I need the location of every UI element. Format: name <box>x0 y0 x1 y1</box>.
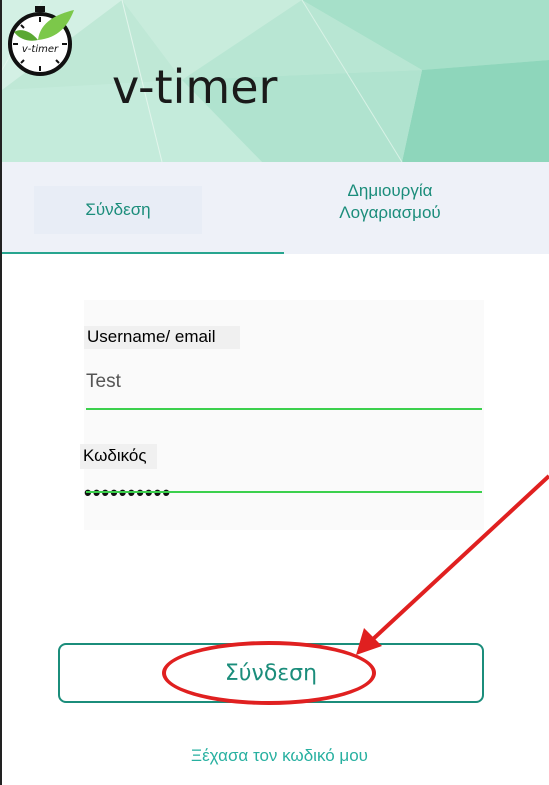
logo-text: v-timer <box>22 44 59 55</box>
tab-create-account[interactable]: Δημιουργία Λογαριασμού <box>320 180 460 224</box>
password-label: Κωδικός <box>80 444 157 469</box>
tab-login[interactable]: Σύνδεση <box>34 186 202 234</box>
tab-create-account-line2: Λογαριασμού <box>339 203 441 222</box>
stopwatch-leaf-logo-icon: v-timer <box>8 6 74 76</box>
app-header: v-timer v-timer <box>2 0 549 162</box>
password-underline <box>86 491 482 493</box>
auth-tabs: Σύνδεση Δημιουργία Λογαριασμού <box>2 162 549 254</box>
login-button[interactable]: Σύνδεση <box>58 643 484 703</box>
username-label: Username/ email <box>84 326 240 349</box>
tab-create-account-line1: Δημιουργία <box>347 181 433 200</box>
username-underline <box>86 408 482 410</box>
forgot-password-link[interactable]: Ξέχασα τον κωδικό μου <box>0 746 549 766</box>
active-tab-indicator <box>2 252 284 254</box>
password-field[interactable]: •••••••••• <box>84 480 171 506</box>
brand-name: v-timer <box>112 60 278 114</box>
username-field[interactable]: Test <box>86 371 121 393</box>
